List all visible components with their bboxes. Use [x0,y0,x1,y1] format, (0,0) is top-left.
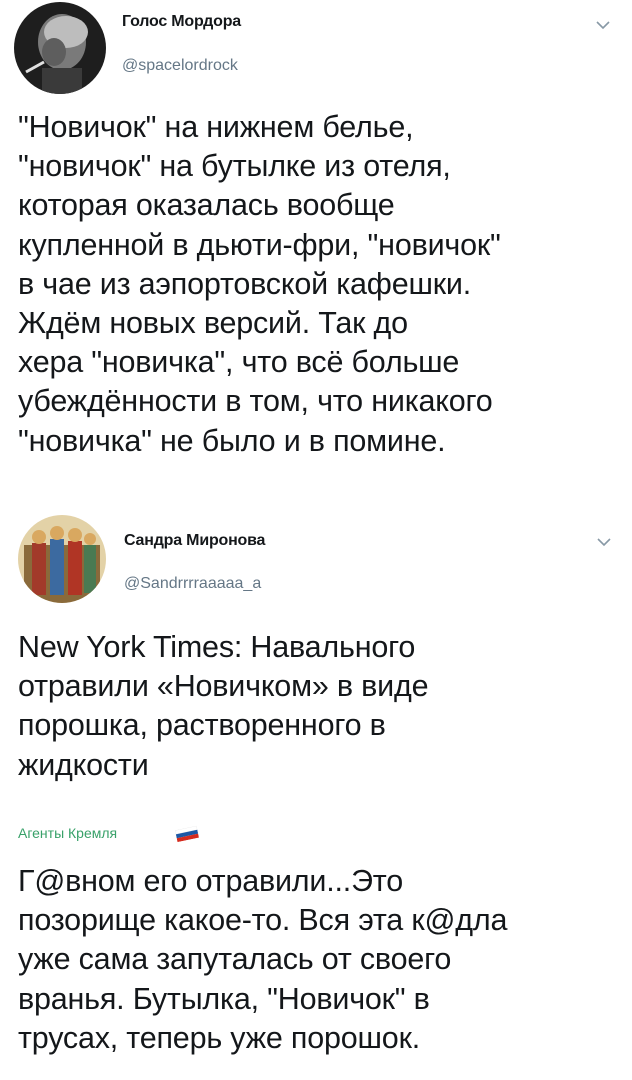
author-name[interactable]: Сандра Миронова [124,532,265,550]
avatar-photo-icon [18,515,106,603]
reply-section: Агенты Кремля Г@вном его отравили...Это … [0,815,632,1080]
tweet-text: "Новичок" на нижнем белье, "новичок" на … [18,110,501,458]
reply-text: Г@вном его отравили...Это позорище какое… [18,864,508,1055]
author-handle[interactable]: @spacelordrock [122,57,238,75]
avatar[interactable] [18,515,106,603]
reply-author-label[interactable]: Агенты Кремля [18,825,117,841]
avatar-photo-icon [14,2,106,94]
tweet-1: Голос Мордора @spacelordrock "Новичок" н… [0,0,632,515]
chevron-down-icon[interactable] [595,20,611,30]
chevron-down-icon[interactable] [596,537,612,547]
tweet-2: Сандра Миронова @Sandrrrraaaaa_a New Yor… [0,515,632,815]
avatar[interactable] [14,2,106,94]
author-handle[interactable]: @Sandrrrraaaaa_a [124,575,261,593]
author-name[interactable]: Голос Мордора [122,13,241,31]
russian-flag-icon [174,825,200,843]
tweet-text: New York Times: Навального отравили «Нов… [18,630,429,782]
